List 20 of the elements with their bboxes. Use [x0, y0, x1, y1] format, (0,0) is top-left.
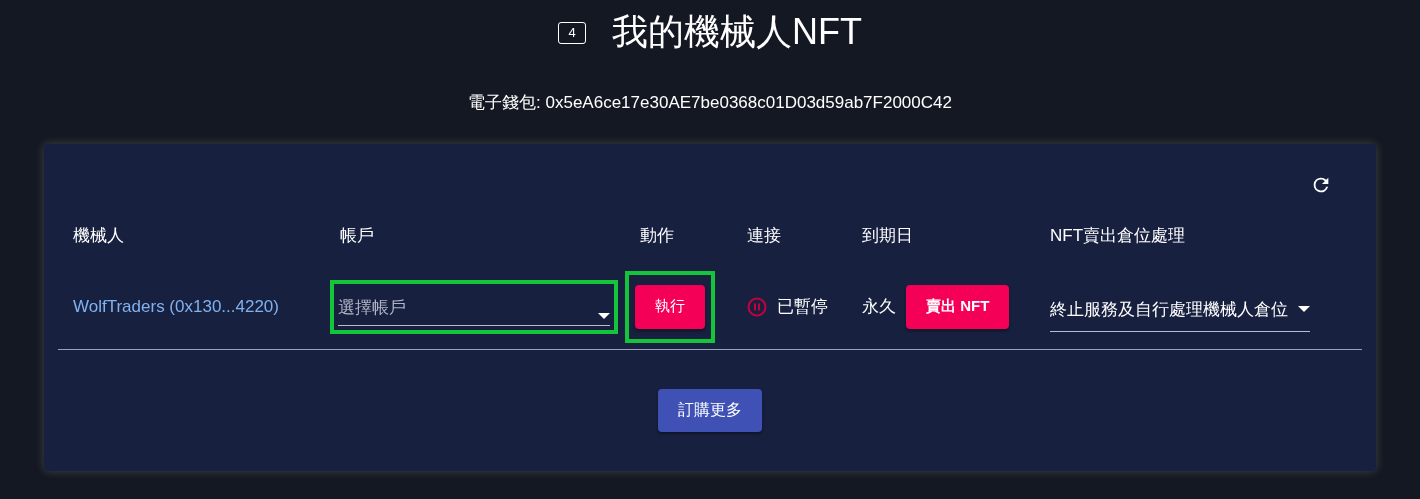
- caret-icon: [1298, 306, 1310, 312]
- column-header: 連接: [746, 225, 782, 247]
- wallet-address: 電子錢包: 0x5eA6ce17e30AE7be0368c01D03d59ab7F2000C42: [468, 92, 952, 114]
- expiry-text: 永久: [862, 296, 896, 318]
- caret-icon: [598, 312, 610, 319]
- column-header: 到期日: [861, 225, 914, 247]
- connection-status: 已暫停: [777, 296, 828, 318]
- sell-nft-button[interactable]: 賣出 NFT: [906, 284, 1010, 329]
- order-more-button[interactable]: 訂購更多: [658, 389, 762, 432]
- pause-icon: [747, 296, 767, 317]
- column-header: 機械人: [72, 225, 125, 247]
- position-select[interactable]: 終止服務及自行處理機械人倉位: [1050, 287, 1310, 332]
- execute-button[interactable]: 執行: [635, 284, 705, 329]
- step-badge: 4: [558, 21, 586, 44]
- page-title: 我的機械人NFT: [612, 10, 862, 54]
- account-select[interactable]: 選擇帳戶: [338, 289, 610, 326]
- column-header: NFT賣出倉位處理: [1049, 225, 1187, 247]
- column-header: 帳戶: [339, 225, 375, 247]
- robot-link[interactable]: WolfTraders (0x130...4220): [73, 296, 279, 317]
- column-header: 動作: [639, 225, 675, 247]
